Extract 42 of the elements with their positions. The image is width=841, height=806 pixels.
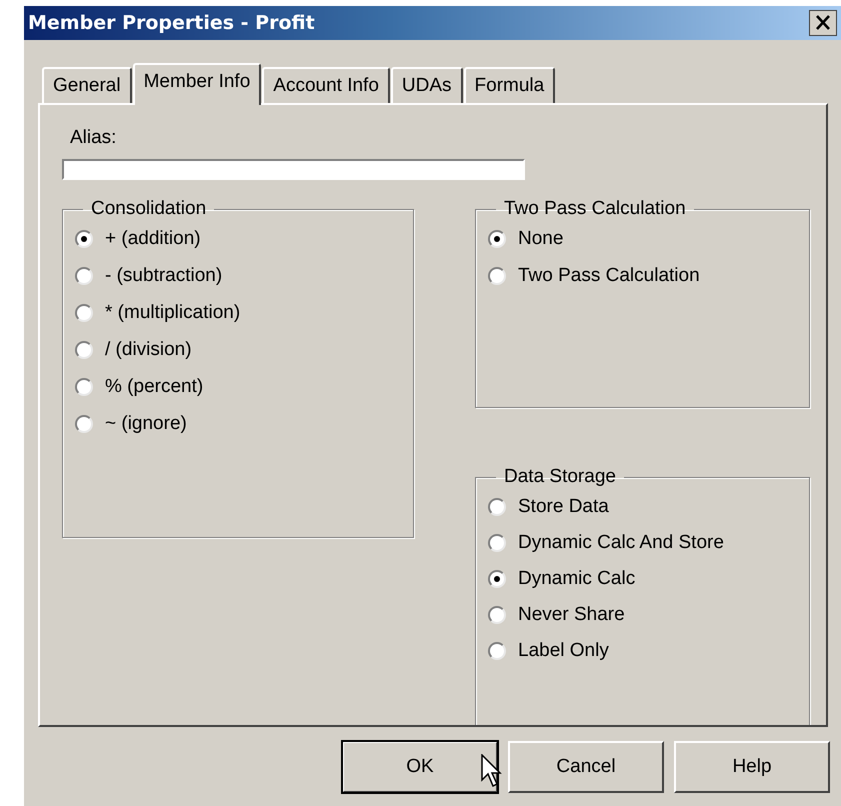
radio-label: Two Pass Calculation xyxy=(518,264,700,286)
radio-label: ~ (ignore) xyxy=(105,412,187,434)
radio-label: * (multiplication) xyxy=(105,302,240,324)
tab[interactable]: General xyxy=(42,67,132,103)
mouse-pointer-icon xyxy=(481,754,503,788)
radio-label: Label Only xyxy=(518,640,609,662)
alias-field[interactable] xyxy=(62,159,525,180)
radio-button[interactable] xyxy=(75,340,93,358)
radio-button[interactable] xyxy=(75,378,93,396)
window-title: Member Properties - Profit xyxy=(28,12,315,34)
tab[interactable]: Member Info xyxy=(132,63,262,105)
dialog-button[interactable]: OK xyxy=(342,741,498,793)
radio-button[interactable] xyxy=(488,498,506,516)
radio-button[interactable] xyxy=(488,570,506,588)
dialog-button[interactable]: Cancel xyxy=(508,741,664,793)
radio-button[interactable] xyxy=(75,414,93,432)
group-title: Two Pass Calculation xyxy=(503,198,687,220)
radio-button[interactable] xyxy=(488,642,506,660)
tab[interactable]: Formula xyxy=(464,67,556,103)
radio-button[interactable] xyxy=(488,534,506,552)
group-title: Data Storage xyxy=(503,466,617,488)
radio-button[interactable] xyxy=(75,230,93,248)
radio-button[interactable] xyxy=(75,304,93,322)
radio-button[interactable] xyxy=(75,266,93,284)
radio-button[interactable] xyxy=(488,266,506,284)
dialog-button[interactable]: Help xyxy=(674,741,830,793)
radio-button[interactable] xyxy=(488,606,506,624)
close-icon[interactable] xyxy=(809,10,837,36)
radio-label: Dynamic Calc And Store xyxy=(518,532,724,554)
radio-label: Never Share xyxy=(518,604,625,626)
radio-label: None xyxy=(518,228,564,250)
radio-label: Dynamic Calc xyxy=(518,568,636,590)
radio-label: - (subtraction) xyxy=(105,264,222,286)
alias-label: Alias: xyxy=(70,127,116,149)
radio-label: / (division) xyxy=(105,338,192,360)
tab[interactable]: UDAs xyxy=(390,67,463,103)
tab[interactable]: Account Info xyxy=(262,67,390,103)
radio-label: + (addition) xyxy=(105,228,201,250)
radio-button[interactable] xyxy=(488,230,506,248)
group-title: Consolidation xyxy=(90,198,208,220)
radio-label: % (percent) xyxy=(105,376,204,398)
radio-label: Store Data xyxy=(518,496,609,518)
